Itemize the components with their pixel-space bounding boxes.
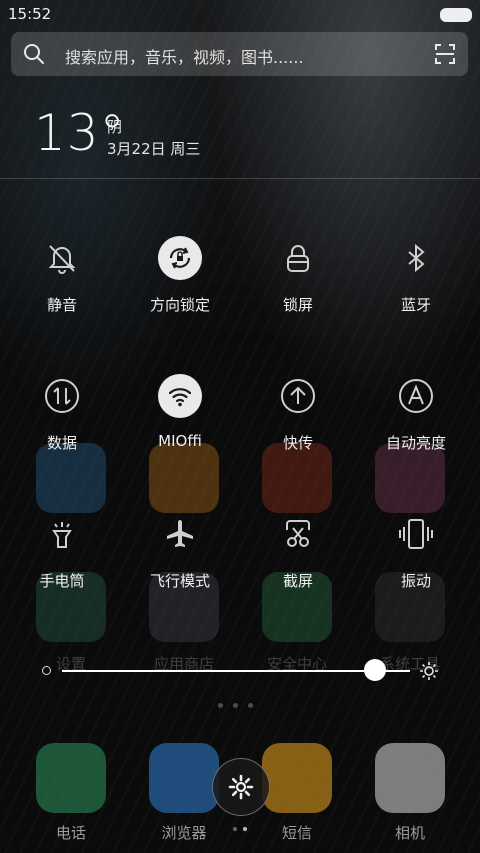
dock-label: 短信 (281, 824, 312, 842)
toggle-label: 截屏 (282, 572, 313, 590)
date: 3月22日 周三 (107, 140, 201, 158)
upload-icon (276, 374, 320, 418)
vibrate-icon (394, 512, 438, 556)
toggle-label: 方向锁定 (149, 296, 210, 314)
lock-icon (276, 236, 320, 280)
toggle-label: 快传 (282, 434, 313, 452)
toggle-label: 蓝牙 (400, 296, 431, 314)
airplane-icon (158, 512, 202, 556)
settings-button[interactable] (212, 758, 270, 816)
toggle-airplane[interactable]: 飞行模式 (120, 512, 240, 622)
gear-icon (228, 774, 254, 800)
weather-condition: 阴 (107, 118, 123, 136)
toggle-flashlight[interactable]: 手电筒 (2, 512, 122, 622)
toggle-label: MIOffi (158, 432, 202, 450)
dock-label: 浏览器 (161, 824, 207, 842)
bell-off-icon (40, 236, 84, 280)
search-input[interactable]: 搜索应用，音乐，视频，图书...... (11, 32, 468, 76)
data-icon (40, 374, 84, 418)
brightness-slider[interactable] (62, 670, 410, 672)
toggle-screenshot[interactable]: 截屏 (238, 512, 358, 622)
toggle-label: 自动亮度 (385, 434, 446, 452)
scan-icon[interactable] (434, 43, 456, 65)
dock-app-browser[interactable] (149, 743, 219, 813)
toggle-lock-screen[interactable]: 锁屏 (238, 236, 358, 346)
toggle-label: 数据 (46, 434, 77, 452)
auto-brightness-icon (394, 374, 438, 418)
toggle-silent[interactable]: 静音 (2, 236, 122, 346)
panel-page-indicator (233, 827, 247, 831)
rotation-lock-icon (158, 236, 202, 280)
toggle-rotation-lock[interactable]: 方向锁定 (120, 236, 240, 346)
dock-label: 相机 (394, 824, 425, 842)
toggle-label: 飞行模式 (149, 572, 210, 590)
dock-app-camera[interactable] (375, 743, 445, 813)
toggle-quick-transfer[interactable]: 快传 (238, 374, 358, 484)
divider (0, 178, 480, 179)
toggle-auto-brightness[interactable]: 自动亮度 (356, 374, 476, 484)
toggle-data[interactable]: 数据 (2, 374, 122, 484)
wifi-icon (158, 374, 202, 418)
screenshot-icon (276, 512, 320, 556)
toggle-bluetooth[interactable]: 蓝牙 (356, 236, 476, 346)
toggle-label: 锁屏 (282, 296, 313, 314)
dock-app-messages[interactable] (262, 743, 332, 813)
status-bar: 15:52 (0, 0, 480, 28)
bluetooth-icon (394, 236, 438, 280)
status-time: 15:52 (8, 5, 52, 23)
flashlight-icon (40, 512, 84, 556)
search-icon (24, 44, 44, 64)
search-placeholder: 搜索应用，音乐，视频，图书...... (65, 48, 304, 67)
toggle-vibrate[interactable]: 振动 (356, 512, 476, 622)
page-indicator (218, 703, 253, 708)
toggle-wifi[interactable]: MIOffi (120, 374, 240, 484)
toggle-label: 手电筒 (39, 572, 85, 590)
toggle-label: 振动 (400, 572, 431, 590)
battery-icon (440, 8, 472, 22)
dock-label: 电话 (55, 824, 86, 842)
toggle-label: 静音 (46, 296, 77, 314)
min-brightness-icon (42, 666, 51, 675)
dock-app-phone[interactable] (36, 743, 106, 813)
sun-icon (420, 662, 438, 680)
